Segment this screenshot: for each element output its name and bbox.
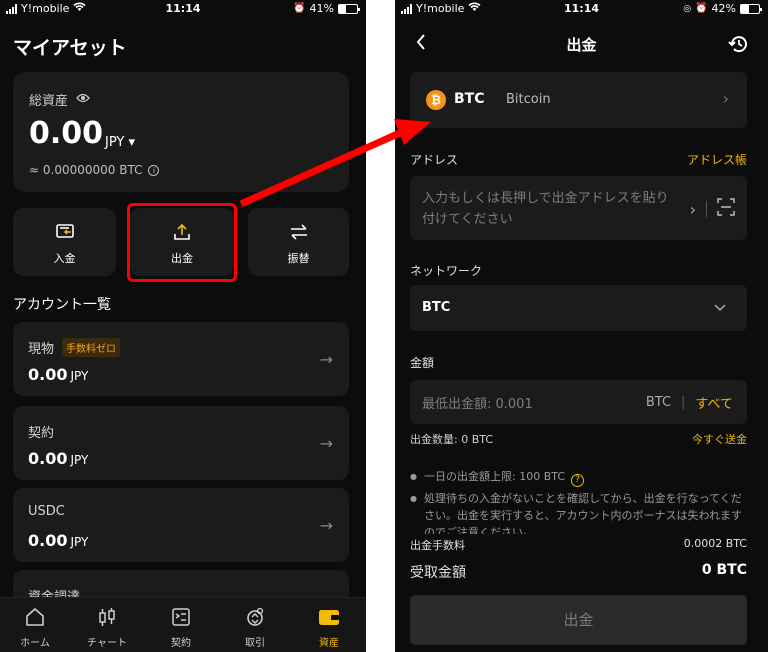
network-label: ネットワーク xyxy=(410,264,483,278)
trade-icon xyxy=(220,604,290,630)
network-value: BTC xyxy=(422,300,451,315)
network-selector[interactable]: BTC xyxy=(410,285,747,331)
withdraw-highlight-box xyxy=(127,203,237,282)
alarm-icon: ⏰ xyxy=(293,3,306,14)
alarm-icon: ⏰ xyxy=(695,3,708,14)
info-icon[interactable]: i xyxy=(148,164,160,176)
bottom-nav: ホーム チャート 契約 取引 資産 xyxy=(0,597,366,652)
btc-equivalent: ≈ 0.00000000 BTC xyxy=(29,163,143,177)
withdraw-header: 出金 xyxy=(395,30,768,60)
address-label: アドレス xyxy=(410,153,459,167)
total-asset-value: 0.00 xyxy=(29,116,104,151)
page-title: 出金 xyxy=(566,36,597,54)
amount-label: 金額 xyxy=(410,356,435,370)
fee-free-badge: 手数料ゼロ xyxy=(62,338,121,357)
home-icon xyxy=(0,604,70,630)
nav-trade[interactable]: 取引 xyxy=(220,604,290,649)
status-bar: Y!mobile 11:14 ⏰ 41% xyxy=(0,0,366,18)
deposit-card-icon xyxy=(13,222,116,244)
right-phone-screen: Y!mobile 11:14 ◎ ⏰ 42% 出金 ₿ BTC Bitcoin … xyxy=(395,0,768,652)
battery-icon xyxy=(338,3,360,14)
address-input[interactable]: 入力もしくは長押しで出金アドレスを貼り付けてください › xyxy=(410,176,747,240)
nav-contract[interactable]: 契約 xyxy=(146,604,216,649)
coin-selector[interactable]: ₿ BTC Bitcoin › xyxy=(410,72,747,128)
question-icon[interactable]: ? xyxy=(571,474,584,487)
receive-value: 0 BTC xyxy=(701,562,747,578)
receive-row: 受取金額 0 BTC xyxy=(410,562,747,582)
left-phone-screen: Y!mobile 11:14 ⏰ 41% マイアセット 総資産 0.00 JPY… xyxy=(0,0,366,652)
coin-name: Bitcoin xyxy=(506,92,551,107)
account-currency: JPY xyxy=(70,453,89,467)
eye-icon[interactable] xyxy=(76,92,90,107)
nav-home[interactable]: ホーム xyxy=(0,604,70,649)
nav-chart[interactable]: チャート xyxy=(72,604,142,649)
arrow-right-icon: → xyxy=(319,516,333,535)
notice-list: 一日の出金額上限: 100 BTC? 処理待ちの入金がないことを確認してから、出… xyxy=(410,468,747,534)
notice-item: 処理待ちの入金がないことを確認してから、出金を行なってください。出金を実行すると… xyxy=(410,490,747,534)
max-amount-button[interactable]: すべて xyxy=(695,393,733,412)
history-icon[interactable] xyxy=(728,34,750,58)
battery-icon xyxy=(740,3,762,14)
fee-label: 出金手数料 xyxy=(410,539,465,552)
total-asset-card: 総資産 0.00 JPY ▾ ≈ 0.00000000 BTC i xyxy=(13,72,349,192)
scan-qr-icon[interactable] xyxy=(717,198,735,220)
account-name: 現物 xyxy=(28,342,55,357)
amount-separator: | xyxy=(681,395,686,410)
transfer-button[interactable]: 振替 xyxy=(248,208,349,276)
chevron-down-icon xyxy=(713,297,727,316)
bitcoin-icon: ₿ xyxy=(426,90,446,110)
address-book-link[interactable]: アドレス帳 xyxy=(687,151,747,168)
transfer-label: 振替 xyxy=(287,252,310,265)
nav-assets[interactable]: 資産 xyxy=(294,604,364,649)
coin-symbol: BTC xyxy=(454,91,485,107)
status-bar: Y!mobile 11:14 ◎ ⏰ 42% xyxy=(395,0,768,18)
account-currency: JPY xyxy=(70,369,89,383)
chevron-right-icon[interactable]: › xyxy=(690,200,696,219)
amount-placeholder: 最低出金額: 0.001 xyxy=(422,397,533,412)
submit-withdraw-button[interactable]: 出金 xyxy=(410,595,747,645)
arrow-right-icon: → xyxy=(319,350,333,369)
account-value: 0.00 xyxy=(28,365,68,384)
battery-percent: 42% xyxy=(711,2,736,15)
account-list-title: アカウント一覧 xyxy=(13,297,111,313)
send-now-link[interactable]: 今すぐ送金 xyxy=(692,431,747,447)
amount-currency: BTC xyxy=(645,395,672,410)
account-usdc[interactable]: USDC 0.00 JPY → xyxy=(13,488,349,562)
fee-row: 出金手数料 0.0002 BTC xyxy=(410,537,747,553)
address-placeholder: 入力もしくは長押しで出金アドレスを貼り付けてください xyxy=(422,191,669,227)
account-spot[interactable]: 現物 手数料ゼロ 0.00 JPY → xyxy=(13,322,349,396)
account-contract[interactable]: 契約 0.00 JPY → xyxy=(13,406,349,480)
withdraw-quantity: 出金数量: 0 BTC xyxy=(410,433,493,446)
contract-doc-icon xyxy=(146,604,216,630)
fee-value: 0.0002 BTC xyxy=(683,537,747,550)
battery-percent: 41% xyxy=(309,2,334,15)
chevron-right-icon: › xyxy=(722,89,729,108)
account-value: 0.00 xyxy=(28,449,68,468)
wallet-icon xyxy=(294,604,364,630)
receive-label: 受取金額 xyxy=(410,565,466,581)
candlestick-icon xyxy=(72,604,142,630)
location-icon: ◎ xyxy=(683,3,692,14)
account-name: 契約 xyxy=(28,426,55,441)
page-title: マイアセット xyxy=(13,37,127,59)
transfer-arrows-icon xyxy=(248,222,349,244)
account-currency: JPY xyxy=(70,535,89,549)
currency-selector[interactable]: JPY ▾ xyxy=(105,135,135,150)
account-name: USDC xyxy=(28,504,65,519)
deposit-label: 入金 xyxy=(53,252,76,265)
notice-item: 一日の出金額上限: 100 BTC? xyxy=(410,468,747,487)
amount-input[interactable]: 最低出金額: 0.001 BTC | すべて xyxy=(410,380,747,424)
deposit-button[interactable]: 入金 xyxy=(13,208,116,276)
total-asset-label: 総資産 xyxy=(29,94,69,109)
account-value: 0.00 xyxy=(28,531,68,550)
arrow-right-icon: → xyxy=(319,434,333,453)
